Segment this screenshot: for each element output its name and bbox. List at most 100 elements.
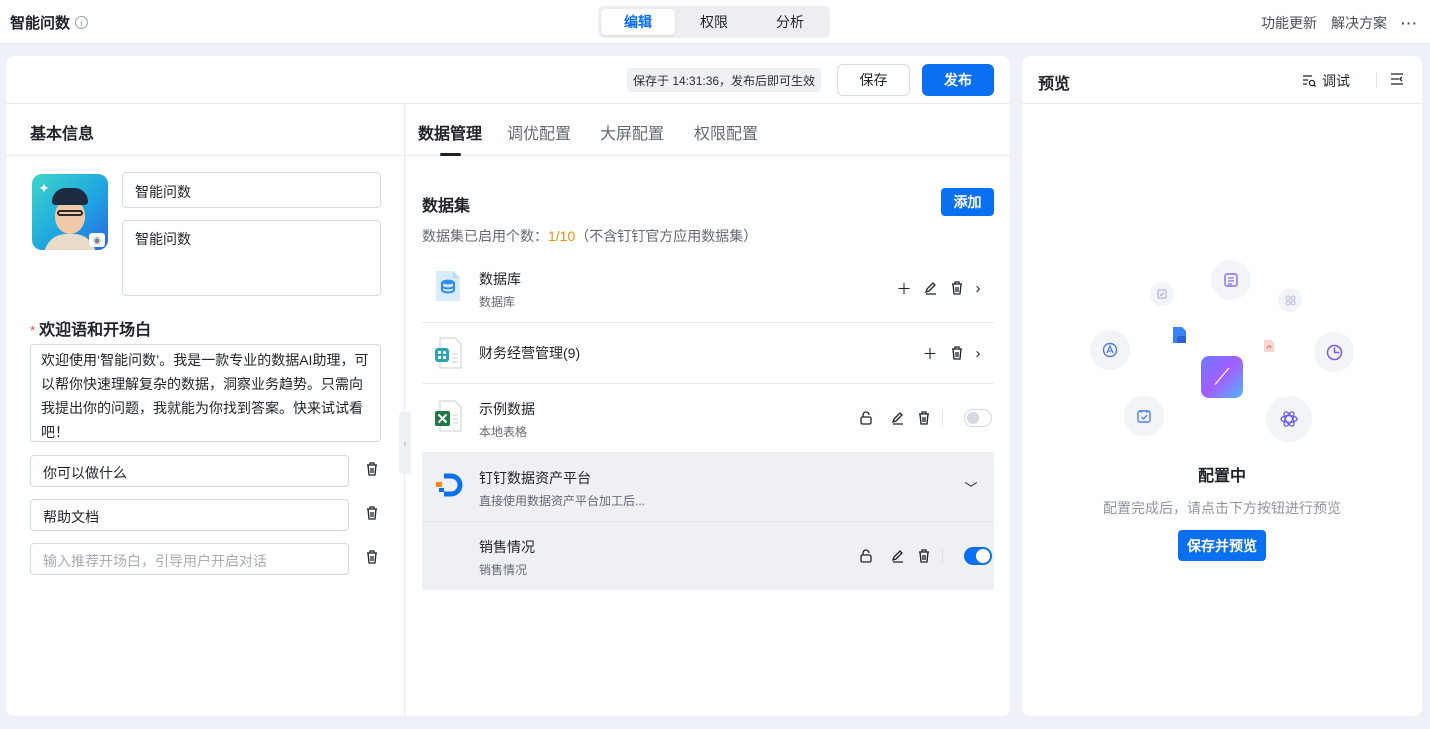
preview-panel: 预览 调试 ⟋ 配置中 配置完成后，请点击下方按钮进行预览 保存并预览 [1022, 56, 1422, 716]
chevron-right-icon[interactable]: › [970, 280, 986, 297]
tab-screen[interactable]: 大屏配置 [600, 120, 664, 144]
dataset-toggle[interactable] [964, 547, 992, 565]
save-and-preview-button[interactable]: 保存并预览 [1178, 530, 1266, 561]
tab-edit[interactable]: 编辑 [601, 9, 675, 35]
avatar-cap [52, 188, 88, 205]
preview-header: 预览 调试 [1022, 56, 1422, 104]
chevron-right-icon[interactable]: › [970, 345, 986, 362]
delete-icon[interactable] [916, 410, 932, 426]
dingtalk-logo-icon [436, 473, 463, 497]
tab-permission-config[interactable]: 权限配置 [694, 120, 758, 144]
description-input[interactable]: 智能问数 [122, 220, 381, 296]
dataset-count-prefix: 数据集已启用个数： [422, 228, 548, 244]
top-bar: 智能问数 i 编辑 权限 分析 功能更新 解决方案 ··· [0, 0, 1430, 44]
delete-icon[interactable] [949, 345, 965, 361]
delete-icon[interactable] [916, 548, 932, 564]
doc-bubble-icon [1211, 260, 1251, 300]
dataset-count: 数据集已启用个数：1/10（不含钉钉官方应用数据集） [422, 226, 757, 246]
tab-permission[interactable]: 权限 [677, 9, 751, 35]
name-input[interactable]: 智能问数 [122, 172, 381, 208]
add-dataset-button[interactable]: 添加 [941, 188, 994, 216]
tab-tuning[interactable]: 调优配置 [507, 120, 571, 144]
feature-update-link[interactable]: 功能更新 [1261, 13, 1317, 33]
preview-title: 预览 [1038, 76, 1071, 93]
collapse-handle[interactable]: ‹ [399, 412, 411, 474]
camera-icon[interactable]: ◉ [89, 233, 105, 247]
edit-icon[interactable] [890, 410, 906, 426]
tab-underline [440, 153, 461, 156]
info-icon[interactable]: i [75, 16, 89, 29]
dataset-name: 销售情况 [479, 539, 535, 555]
excel-icon [435, 400, 462, 432]
debug-button[interactable]: 调试 [1302, 71, 1350, 91]
atom-bubble-icon [1266, 396, 1312, 442]
dataset-subtitle: 直接使用数据资产平台加工后... [479, 494, 646, 508]
opener-input-1[interactable]: 你可以做什么 [30, 455, 349, 487]
lock-icon[interactable] [858, 410, 874, 426]
dataset-row[interactable]: 数据库 数据库 ＋ › [422, 256, 994, 323]
delete-icon[interactable] [365, 549, 379, 565]
file-bubble-icon [1168, 324, 1190, 346]
app-title: 智能问数 i [10, 12, 89, 33]
dataset-name: 数据库 [479, 271, 521, 287]
chart-bubble-icon [1314, 332, 1354, 372]
divider [942, 548, 943, 564]
add-icon[interactable]: ＋ [896, 280, 912, 298]
dataset-name: 钉钉数据资产平台 [479, 470, 591, 486]
dataset-row[interactable]: 财务经营管理(9) ＋ › [422, 323, 994, 384]
dataset-subtitle: 本地表格 [479, 425, 528, 439]
divider [942, 410, 943, 426]
editor-panel: 保存于 14:31:36，发布后即可生效 保存 发布 基本信息 ✦ ◉ 智能问数… [6, 56, 1010, 716]
top-right-links: 功能更新 解决方案 ··· [1261, 13, 1418, 33]
dataset-subtitle: 销售情况 [479, 563, 528, 577]
dataset-toggle[interactable] [964, 409, 992, 427]
basic-info-title: 基本信息 [6, 104, 404, 156]
task-bubble-icon [1124, 396, 1164, 436]
folder-table-icon [435, 337, 462, 369]
required-mark: * [30, 323, 36, 338]
dataset-row[interactable]: 销售情况 销售情况 [422, 522, 994, 590]
tab-data-management[interactable]: 数据管理 [418, 120, 482, 144]
preview-hint: 配置完成后，请点击下方按钮进行预览 [1103, 500, 1341, 516]
pdf-bubble-icon [1259, 336, 1279, 356]
avatar[interactable]: ✦ ◉ [32, 174, 108, 250]
database-icon [436, 271, 460, 301]
tab-analysis[interactable]: 分析 [753, 9, 827, 35]
debug-label: 调试 [1322, 73, 1350, 89]
opener-input-new[interactable]: 输入推荐开场白，引导用户开启对话 [30, 543, 349, 575]
basic-info-section: 基本信息 ✦ ◉ 智能问数 智能问数 * 欢迎语和开场白 欢迎使用‘智能问数’。我… [6, 104, 405, 716]
sparkle-icon: ✦ [38, 180, 50, 196]
dataset-group-row[interactable]: 钉钉数据资产平台 直接使用数据资产平台加工后... ﹀ [422, 452, 994, 522]
solution-link[interactable]: 解决方案 [1331, 13, 1387, 33]
magic-wand-icon: ⟋ [1201, 356, 1243, 398]
opener-input-2[interactable]: 帮助文档 [30, 499, 349, 531]
dataset-title: 数据集 [422, 198, 471, 215]
welcome-label: * 欢迎语和开场白 [30, 316, 151, 340]
editor-header: 保存于 14:31:36，发布后即可生效 保存 发布 [6, 56, 1010, 104]
divider [1376, 72, 1377, 88]
more-icon[interactable]: ··· [1401, 15, 1418, 31]
delete-icon[interactable] [365, 505, 379, 521]
mode-switch: 编辑 权限 分析 [598, 6, 830, 38]
avatar-glasses [57, 210, 83, 216]
add-icon[interactable]: ＋ [922, 345, 938, 363]
dataset-name: 示例数据 [479, 401, 535, 417]
dataset-subtitle: 数据库 [479, 295, 516, 309]
checkbox-bubble-icon [1150, 282, 1174, 306]
publish-button[interactable]: 发布 [922, 64, 994, 96]
dataset-name: 财务经营管理(9) [479, 345, 581, 361]
avatar-face [55, 200, 85, 234]
welcome-textarea[interactable]: 欢迎使用‘智能问数’。我是一款专业的数据AI助理，可以帮你快速理解复杂的数据，洞… [30, 344, 381, 442]
delete-icon[interactable] [949, 280, 965, 296]
delete-icon[interactable] [365, 461, 379, 477]
translate-bubble-icon [1090, 330, 1130, 370]
lock-icon[interactable] [858, 548, 874, 564]
chevron-down-icon[interactable]: ﹀ [963, 479, 979, 496]
edit-icon[interactable] [890, 548, 906, 564]
debug-icon [1303, 75, 1316, 87]
grid-bubble-icon [1278, 288, 1302, 312]
save-button[interactable]: 保存 [837, 64, 910, 96]
dataset-row[interactable]: 示例数据 本地表格 [422, 384, 994, 452]
edit-icon[interactable] [923, 280, 939, 296]
menu-icon[interactable] [1390, 72, 1404, 86]
